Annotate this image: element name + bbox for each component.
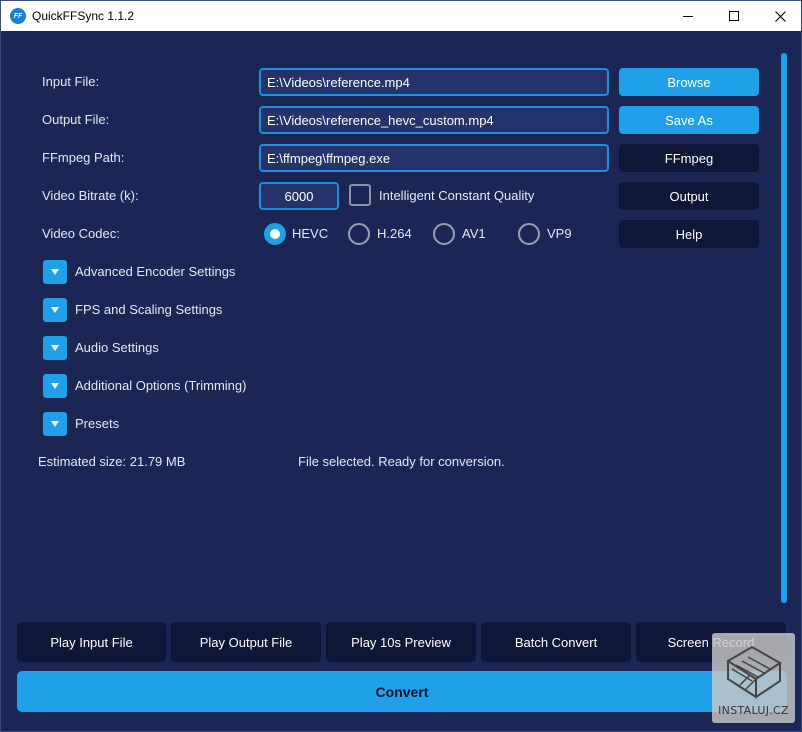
watermark-text: INSTALUJ.CZ: [718, 704, 789, 717]
ffmpeg-path-label: FFmpeg Path:: [42, 150, 125, 165]
codec-radio-av1[interactable]: [433, 223, 455, 245]
save-as-button[interactable]: Save As: [619, 106, 759, 134]
chevron-down-icon: [51, 307, 59, 313]
close-icon: [774, 10, 786, 22]
browse-button[interactable]: Browse: [619, 68, 759, 96]
icq-checkbox[interactable]: [349, 184, 371, 206]
chevron-down-icon: [51, 269, 59, 275]
estimated-size-text: Estimated size: 21.79 MB: [38, 454, 186, 469]
play-output-button[interactable]: Play Output File: [171, 622, 321, 662]
codec-label-av1: AV1: [462, 226, 486, 241]
help-button[interactable]: Help: [619, 220, 759, 248]
section-label-fps[interactable]: FPS and Scaling Settings: [75, 302, 222, 317]
input-file-field[interactable]: [259, 68, 609, 96]
codec-radio-hevc[interactable]: [264, 223, 286, 245]
codec-radio-vp9[interactable]: [518, 223, 540, 245]
bitrate-label: Video Bitrate (k):: [42, 188, 139, 203]
watermark: INSTALUJ.CZ: [712, 633, 795, 723]
vertical-scrollbar[interactable]: [781, 53, 787, 603]
section-toggle-advanced[interactable]: [43, 260, 67, 284]
watermark-logo-icon: [726, 645, 782, 699]
bitrate-input[interactable]: [259, 182, 339, 210]
codec-label: Video Codec:: [42, 226, 120, 241]
codec-radio-h264[interactable]: [348, 223, 370, 245]
chevron-down-icon: [51, 383, 59, 389]
ffmpeg-path-field[interactable]: [259, 144, 609, 172]
section-toggle-presets[interactable]: [43, 412, 67, 436]
section-label-audio[interactable]: Audio Settings: [75, 340, 159, 355]
chevron-down-icon: [51, 345, 59, 351]
window-title: QuickFFSync 1.1.2: [32, 9, 135, 23]
app-window: FF QuickFFSync 1.1.2 Input File: Browse …: [0, 0, 802, 732]
minimize-icon: [683, 15, 693, 17]
section-label-presets[interactable]: Presets: [75, 416, 119, 431]
maximize-icon: [729, 11, 739, 21]
minimize-button[interactable]: [665, 1, 711, 31]
chevron-down-icon: [51, 421, 59, 427]
output-file-label: Output File:: [42, 112, 110, 127]
convert-button[interactable]: Convert: [17, 671, 787, 712]
section-toggle-audio[interactable]: [43, 336, 67, 360]
codec-label-h264: H.264: [377, 226, 412, 241]
ffmpeg-button[interactable]: FFmpeg: [619, 144, 759, 172]
section-toggle-fps[interactable]: [43, 298, 67, 322]
codec-label-hevc: HEVC: [292, 226, 329, 241]
codec-label-vp9: VP9: [547, 226, 572, 241]
status-message: File selected. Ready for conversion.: [298, 454, 505, 469]
input-file-label: Input File:: [42, 74, 100, 89]
output-button[interactable]: Output: [619, 182, 759, 210]
batch-convert-button[interactable]: Batch Convert: [481, 622, 631, 662]
section-label-advanced[interactable]: Advanced Encoder Settings: [75, 264, 235, 279]
maximize-button[interactable]: [711, 1, 757, 31]
output-file-field[interactable]: [259, 106, 609, 134]
icq-label: Intelligent Constant Quality: [379, 188, 535, 203]
play-input-button[interactable]: Play Input File: [17, 622, 166, 662]
app-logo-icon: FF: [10, 8, 26, 24]
title-bar: FF QuickFFSync 1.1.2: [1, 1, 801, 31]
play-preview-button[interactable]: Play 10s Preview: [326, 622, 476, 662]
close-button[interactable]: [757, 1, 802, 31]
section-label-trimming[interactable]: Additional Options (Trimming): [75, 378, 246, 393]
section-toggle-trimming[interactable]: [43, 374, 67, 398]
